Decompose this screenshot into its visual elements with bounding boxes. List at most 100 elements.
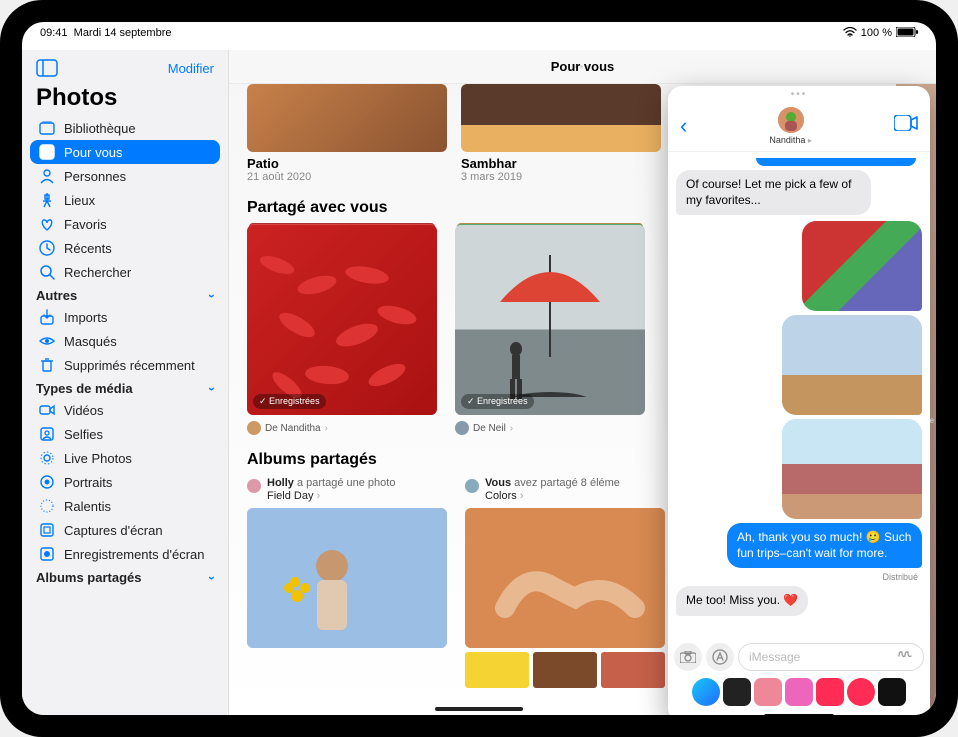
chevron-down-icon: › — [205, 294, 219, 298]
sidebar-item-library[interactable]: Bibliothèque — [30, 116, 220, 140]
shared-thumb-peppers[interactable]: ✓ Enregistrées — [247, 225, 437, 415]
imessage-app-icon[interactable] — [847, 678, 875, 706]
contact-header[interactable]: Nanditha ▸ — [769, 107, 812, 145]
sidebar-item-screenshot[interactable]: Captures d'écran — [30, 518, 220, 542]
strip-cell[interactable] — [533, 652, 597, 688]
album-card[interactable]: Vous avez partagé 8 éléme Colors › — [465, 477, 665, 688]
sidebar-item-label: Récents — [64, 241, 212, 256]
message-bubble-out[interactable]: Ah, thank you so much! 🥲 Such fun trips–… — [727, 523, 922, 568]
shared-from-row[interactable]: De Neil › — [455, 421, 645, 435]
sidebar-item-person[interactable]: Personnes — [30, 164, 220, 188]
selfie-icon — [38, 425, 56, 443]
battery-percent: 100 % — [861, 27, 892, 39]
message-bubble-in[interactable]: Of course! Let me pick a few of my favor… — [676, 170, 871, 215]
memory-thumb[interactable] — [461, 84, 661, 152]
album-thumb-hands[interactable] — [465, 508, 665, 648]
sidebar-item-clock[interactable]: Récents — [30, 236, 220, 260]
video-call-icon[interactable] — [894, 115, 918, 136]
input-placeholder: iMessage — [749, 650, 800, 664]
album-card[interactable]: Holly a partagé une photo Field Day › — [247, 477, 447, 688]
shared-thumb-umbrella[interactable]: ✓ Enregistrées — [455, 225, 645, 415]
sidebar-item-live[interactable]: Live Photos — [30, 446, 220, 470]
album-byline: Vous avez partagé 8 éléme — [485, 477, 620, 490]
sidebar-item-heart-square[interactable]: Pour vous — [30, 140, 220, 164]
sidebar-item-selfie[interactable]: Selfies — [30, 422, 220, 446]
album-link[interactable]: Field Day › — [267, 490, 395, 502]
screenrec-icon — [38, 545, 56, 563]
sidebar-item-label: Portraits — [64, 475, 212, 490]
sidebar-item-label: Pour vous — [64, 145, 212, 160]
contact-avatar — [778, 107, 804, 133]
battery-icon — [896, 27, 918, 40]
sidebar-item-import[interactable]: Imports — [30, 305, 220, 329]
imessage-app-icon[interactable] — [754, 678, 782, 706]
wifi-icon — [843, 27, 857, 40]
message-input[interactable]: iMessage — [738, 643, 924, 671]
sidebar-item-trash[interactable]: Supprimés récemment — [30, 353, 220, 377]
trash-icon — [38, 356, 56, 374]
app-strip — [668, 675, 930, 714]
memory-card[interactable]: Sambhar 3 mars 2019 — [461, 84, 661, 183]
chevron-right-icon: › — [325, 423, 328, 434]
section-header-shared-albums[interactable]: Albums partagés › — [30, 566, 220, 587]
status-date: Mardi 14 septembre — [74, 27, 172, 39]
message-bubble-in[interactable]: Me too! Miss you. ❤️ — [676, 586, 808, 616]
camera-button[interactable] — [674, 643, 702, 671]
sidebar-item-label: Vidéos — [64, 403, 212, 418]
shared-from-row[interactable]: De Nanditha › — [247, 421, 437, 435]
chevron-down-icon: › — [205, 576, 219, 580]
album-link[interactable]: Colors › — [485, 490, 620, 502]
sidebar-item-label: Enregistrements d'écran — [64, 547, 212, 562]
section-header-media[interactable]: Types de média › — [30, 377, 220, 398]
home-indicator[interactable] — [764, 714, 834, 715]
sidebar-item-screenrec[interactable]: Enregistrements d'écran — [30, 542, 220, 566]
shared-card[interactable]: ✓ Enregistrées De Neil › — [455, 225, 645, 435]
imessage-app-icon[interactable] — [816, 678, 844, 706]
multitask-dots-icon[interactable]: ••• — [668, 86, 930, 100]
imessage-app-icon[interactable] — [785, 678, 813, 706]
library-icon — [38, 119, 56, 137]
memory-title: Patio — [247, 156, 447, 171]
imessage-app-icon[interactable] — [878, 678, 906, 706]
message-photo[interactable] — [802, 221, 922, 311]
sidebar-item-label: Personnes — [64, 169, 212, 184]
message-photo[interactable] — [782, 315, 922, 415]
album-thumb-girl[interactable] — [247, 508, 447, 648]
back-button[interactable]: ‹ — [680, 113, 687, 139]
clock-icon — [38, 239, 56, 257]
main-content: Save ••• Pour vous Patio 21 août 2020 Sa… — [229, 50, 936, 715]
imessage-app-icon[interactable] — [692, 678, 720, 706]
dictate-icon[interactable] — [897, 648, 913, 667]
chevron-down-icon: › — [205, 387, 219, 391]
sidebar: Modifier Photos Bibliothèque Pour vous Per… — [22, 50, 229, 715]
sidebar-item-label: Supprimés récemment — [64, 358, 212, 373]
sidebar-item-portrait[interactable]: Portraits — [30, 470, 220, 494]
sidebar-toggle-icon[interactable] — [36, 59, 58, 77]
slomo-icon — [38, 497, 56, 515]
strip-cell[interactable] — [601, 652, 665, 688]
memory-thumb[interactable] — [247, 84, 447, 152]
shared-card[interactable]: ✓ Enregistrées De Nanditha › — [247, 225, 437, 435]
memory-card[interactable]: Patio 21 août 2020 — [247, 84, 447, 183]
strip-cell[interactable] — [465, 652, 529, 688]
live-icon — [38, 449, 56, 467]
home-indicator[interactable] — [435, 707, 523, 711]
album-byline: Holly a partagé une photo — [267, 477, 395, 490]
sidebar-item-slomo[interactable]: Ralentis — [30, 494, 220, 518]
sidebar-item-search[interactable]: Rechercher — [30, 260, 220, 284]
message-input-row: iMessage — [668, 639, 930, 675]
app-store-button[interactable] — [706, 643, 734, 671]
section-header-others[interactable]: Autres › — [30, 284, 220, 305]
avatar — [247, 479, 261, 493]
sidebar-title: Photos — [30, 82, 220, 116]
sidebar-item-label: Selfies — [64, 427, 212, 442]
sidebar-item-pin[interactable]: Lieux — [30, 188, 220, 212]
edit-button[interactable]: Modifier — [168, 61, 214, 76]
sidebar-item-video[interactable]: Vidéos — [30, 398, 220, 422]
eye-icon — [38, 332, 56, 350]
imessage-app-icon[interactable] — [723, 678, 751, 706]
message-photo[interactable] — [782, 419, 922, 519]
sidebar-item-heart[interactable]: Favoris — [30, 212, 220, 236]
sidebar-item-eye[interactable]: Masqués — [30, 329, 220, 353]
pin-icon — [38, 191, 56, 209]
